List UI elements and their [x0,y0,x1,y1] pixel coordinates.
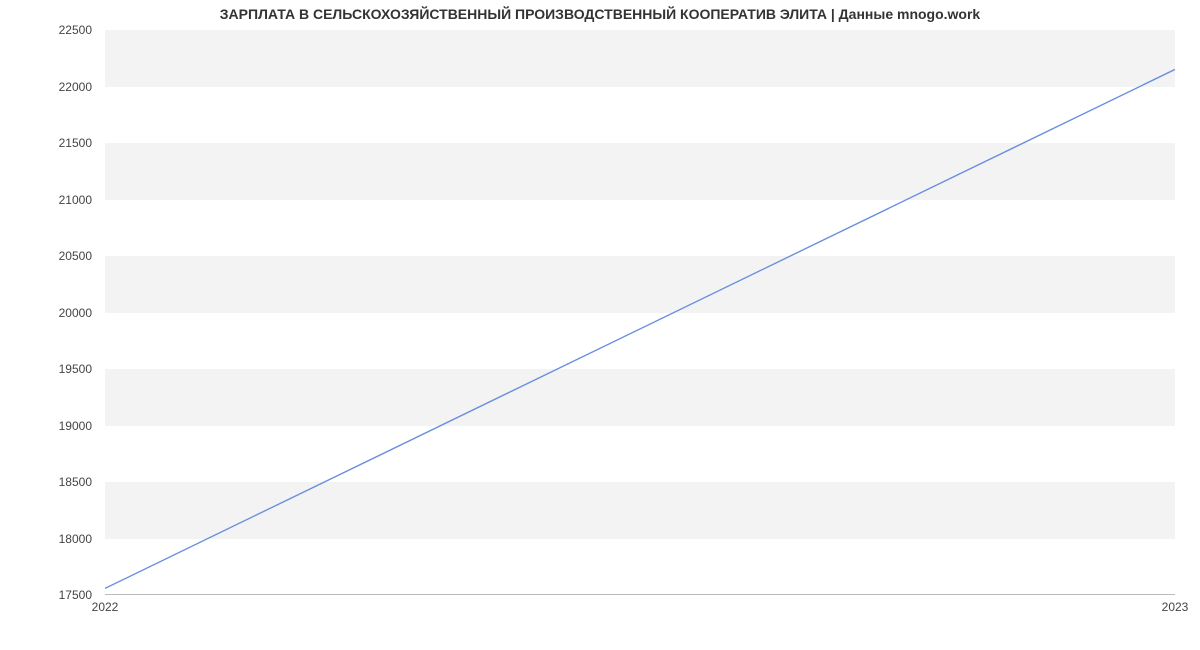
y-tick-label: 19500 [59,362,92,376]
line-layer [105,30,1175,594]
plot-area [105,30,1175,595]
y-tick-label: 21000 [59,193,92,207]
y-tick-label: 19000 [59,419,92,433]
y-tick-label: 21500 [59,136,92,150]
y-tick-label: 17500 [59,588,92,602]
y-tick-label: 22000 [59,80,92,94]
y-tick-label: 20000 [59,306,92,320]
chart-container: ЗАРПЛАТА В СЕЛЬСКОХОЗЯЙСТВЕННЫЙ ПРОИЗВОД… [0,0,1200,650]
y-axis-labels: 1750018000185001900019500200002050021000… [0,30,100,595]
y-tick-label: 18000 [59,532,92,546]
y-tick-label: 22500 [59,23,92,37]
y-tick-label: 18500 [59,475,92,489]
series-line [105,69,1175,588]
x-tick-label: 2022 [92,600,119,614]
x-axis-labels: 20222023 [105,600,1175,620]
chart-title: ЗАРПЛАТА В СЕЛЬСКОХОЗЯЙСТВЕННЫЙ ПРОИЗВОД… [0,6,1200,22]
x-tick-label: 2023 [1162,600,1189,614]
y-tick-label: 20500 [59,249,92,263]
